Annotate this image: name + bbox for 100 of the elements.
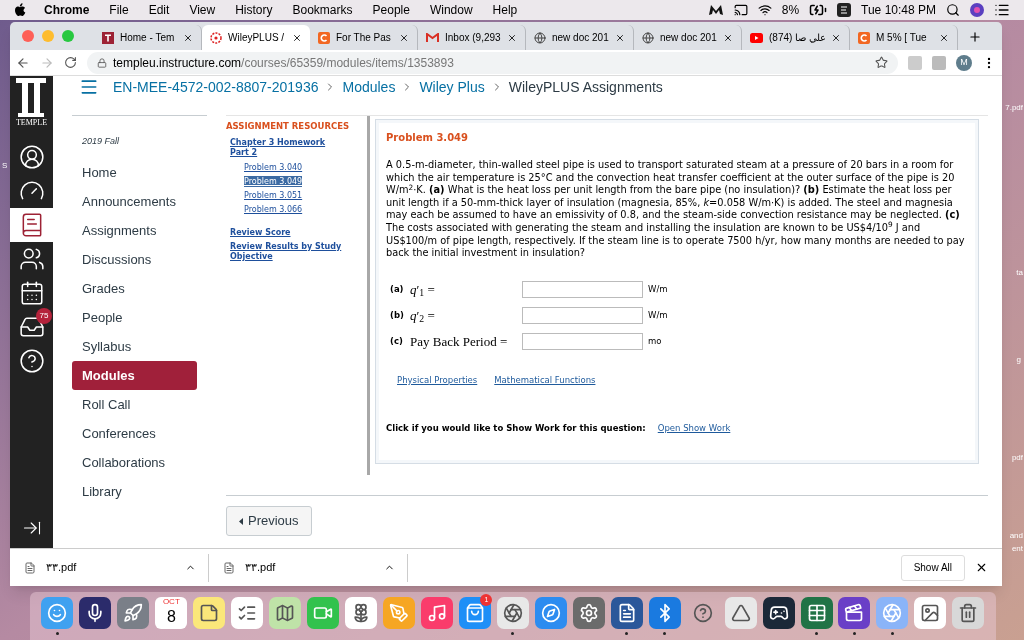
file-name: ٣٣.pdf bbox=[46, 560, 78, 576]
download-item[interactable]: ٣٣.pdf bbox=[223, 553, 408, 582]
problem-link[interactable]: Problem 3.051 bbox=[244, 189, 303, 201]
menu-item[interactable]: People bbox=[372, 1, 410, 19]
address-field[interactable]: templeu.instructure.com/courses/65359/modules/items/1353893 bbox=[87, 51, 898, 74]
download-item[interactable]: ٣٣.pdf bbox=[24, 553, 209, 582]
smiley-icon bbox=[47, 603, 68, 623]
m-shield-icon[interactable] bbox=[707, 4, 724, 16]
pen-icon bbox=[389, 603, 410, 623]
app-menu[interactable]: Chrome bbox=[44, 1, 90, 19]
course-nav-item[interactable]: Announcements bbox=[72, 187, 197, 216]
menu-item[interactable]: History bbox=[235, 1, 273, 19]
breadcrumb-link[interactable]: EN-MEE-4572-002-8807-201936 bbox=[113, 76, 319, 98]
problem-link[interactable]: Problem 3.066 bbox=[244, 203, 303, 215]
desktop-label: S bbox=[2, 160, 8, 172]
hamburger-icon[interactable] bbox=[79, 77, 99, 97]
course-nav-item[interactable]: Conferences bbox=[72, 419, 197, 448]
dock-app-icon[interactable] bbox=[724, 597, 757, 629]
menu-item[interactable]: File bbox=[109, 1, 129, 19]
dock-app-icon[interactable] bbox=[79, 597, 112, 629]
course-nav-item[interactable]: Library bbox=[72, 477, 197, 506]
global-nav-item[interactable] bbox=[10, 208, 53, 242]
star-icon[interactable] bbox=[875, 56, 888, 69]
spreadsheet-icon bbox=[806, 603, 827, 623]
logo-text: TEMPLE bbox=[15, 118, 48, 128]
lock-icon bbox=[97, 57, 107, 68]
dock-app-icon[interactable] bbox=[496, 597, 529, 629]
course-nav-item[interactable]: Home bbox=[72, 158, 197, 187]
unit-label: mo bbox=[648, 335, 662, 349]
dock-app-icon[interactable] bbox=[914, 597, 947, 629]
review-link[interactable]: Review Results by Study Objective bbox=[230, 241, 354, 262]
course-nav-item[interactable]: Collaborations bbox=[72, 448, 197, 477]
close-icon[interactable] bbox=[399, 32, 409, 43]
close-icon[interactable] bbox=[975, 561, 988, 574]
desktop-label: ta bbox=[1016, 267, 1023, 279]
course-nav-item[interactable]: Modules bbox=[72, 361, 197, 390]
breadcrumb-link[interactable]: Modules bbox=[342, 76, 396, 98]
unit-label: W/m bbox=[648, 309, 668, 323]
new-tab-icon[interactable] bbox=[968, 30, 982, 44]
part-label: (c) bbox=[390, 335, 404, 349]
chapter-link[interactable]: Chapter 3 Homework Part 2 bbox=[230, 137, 342, 158]
apple-icon[interactable] bbox=[14, 3, 26, 17]
dock-app-icon[interactable] bbox=[610, 597, 643, 629]
close-icon[interactable] bbox=[507, 32, 517, 43]
close-icon[interactable] bbox=[939, 32, 949, 43]
dock-app-icon[interactable] bbox=[345, 597, 378, 629]
menu-item[interactable]: Bookmarks bbox=[292, 1, 353, 19]
close-icon[interactable] bbox=[183, 32, 193, 43]
reload-icon[interactable] bbox=[64, 56, 77, 69]
profile-avatar[interactable]: M bbox=[956, 54, 972, 71]
menu-item[interactable]: Window bbox=[429, 1, 473, 19]
dock-app-icon[interactable] bbox=[193, 597, 226, 629]
image-icon bbox=[920, 603, 941, 623]
tab-title: WileyPLUS / bbox=[228, 31, 286, 45]
course-nav-item[interactable]: Roll Call bbox=[72, 390, 197, 419]
dock-app-icon[interactable] bbox=[231, 597, 264, 629]
list-icon[interactable] bbox=[994, 2, 1010, 18]
menu-item[interactable]: Help bbox=[492, 1, 518, 19]
wifi-icon[interactable] bbox=[757, 3, 772, 17]
dock-app-icon[interactable] bbox=[838, 597, 871, 629]
course-nav-item[interactable]: Discussions bbox=[72, 245, 197, 274]
siri-icon[interactable] bbox=[970, 3, 984, 17]
desktop-label: 7.pdf bbox=[1005, 102, 1023, 114]
close-icon[interactable] bbox=[292, 32, 302, 43]
course-nav-item[interactable]: Grades bbox=[72, 274, 197, 303]
answer-field[interactable] bbox=[522, 333, 643, 351]
airplay-icon[interactable] bbox=[733, 3, 748, 17]
course-nav-item[interactable]: Assignments bbox=[72, 216, 197, 245]
problem-link[interactable]: Problem 3.040 bbox=[244, 161, 303, 173]
close-icon[interactable] bbox=[831, 32, 841, 43]
show-all-button[interactable]: Show All bbox=[900, 554, 965, 581]
dock-app-icon[interactable] bbox=[762, 597, 795, 629]
close-icon[interactable] bbox=[723, 32, 733, 43]
breadcrumb-link[interactable]: Wiley Plus bbox=[419, 76, 485, 98]
globe-icon bbox=[642, 31, 654, 44]
back-icon[interactable] bbox=[16, 55, 30, 70]
desktop-label: g bbox=[1016, 354, 1021, 366]
course-nav-item[interactable]: Syllabus bbox=[72, 332, 197, 361]
review-link[interactable]: Review Score bbox=[230, 227, 354, 238]
avatar-icon bbox=[18, 144, 45, 170]
question-icon bbox=[692, 603, 713, 623]
gamepad-icon bbox=[768, 603, 789, 623]
answer-quantity: Pay Back Period = bbox=[410, 333, 509, 351]
term-label: 2019 Fall bbox=[81, 135, 121, 148]
show-work-link[interactable]: Open Show Work bbox=[657, 421, 731, 435]
search-icon[interactable] bbox=[946, 3, 960, 17]
tool-link[interactable]: Mathematical Functions bbox=[494, 373, 596, 387]
global-nav-item[interactable]: 75 bbox=[10, 310, 53, 344]
previous-button[interactable]: Previous bbox=[226, 506, 312, 536]
tool-link[interactable]: Physical Properties bbox=[397, 373, 478, 387]
answer-field[interactable] bbox=[522, 307, 643, 325]
answer-field[interactable] bbox=[522, 281, 643, 299]
problem-link[interactable]: Problem 3.049 bbox=[244, 175, 303, 187]
course-nav-item[interactable]: People bbox=[72, 303, 197, 332]
clock[interactable]: Tue 10:48 PM bbox=[861, 1, 936, 19]
browser-tab[interactable]: WileyPLUS / bbox=[202, 25, 310, 50]
calendar-app-icon[interactable]: OCT 8 bbox=[155, 597, 188, 629]
menu-item[interactable]: Edit bbox=[148, 1, 170, 19]
menu-item[interactable]: View bbox=[189, 1, 216, 19]
close-icon[interactable] bbox=[615, 32, 625, 43]
